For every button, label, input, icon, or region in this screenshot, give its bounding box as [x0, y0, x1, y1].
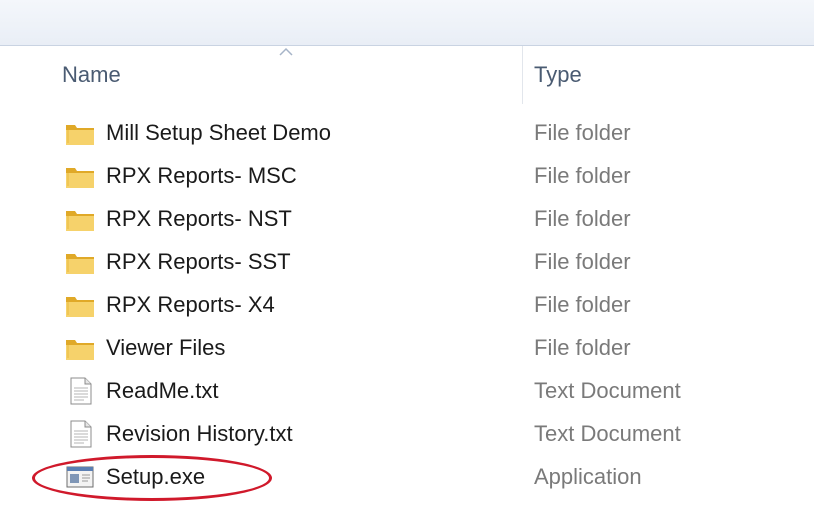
- file-name: Mill Setup Sheet Demo: [106, 120, 331, 145]
- folder-icon: [66, 211, 94, 231]
- file-name: RPX Reports- X4: [106, 292, 275, 317]
- text-file-icon: [70, 420, 92, 448]
- folder-icon: [66, 125, 94, 145]
- text-file-icon: [70, 377, 92, 405]
- file-row[interactable]: RPX Reports- SST File folder: [60, 242, 740, 282]
- file-row[interactable]: Mill Setup Sheet Demo File folder: [60, 113, 740, 153]
- file-row[interactable]: Viewer Files File folder: [60, 328, 740, 368]
- file-name: Viewer Files: [106, 335, 226, 360]
- toolbar-strip: [0, 0, 814, 46]
- file-type: File folder: [534, 120, 631, 145]
- file-type: File folder: [534, 206, 631, 231]
- folder-icon: [66, 340, 94, 360]
- file-row[interactable]: Revision History.txt Text Document: [60, 414, 740, 454]
- file-name: RPX Reports- NST: [106, 206, 292, 231]
- file-type: File folder: [534, 163, 631, 188]
- file-row[interactable]: RPX Reports- MSC File folder: [60, 156, 740, 196]
- file-row[interactable]: ReadMe.txt Text Document: [60, 371, 740, 411]
- folder-icon: [66, 254, 94, 274]
- column-header-name[interactable]: Name: [62, 62, 121, 88]
- file-name: RPX Reports- MSC: [106, 163, 297, 188]
- column-header-type[interactable]: Type: [534, 62, 582, 88]
- file-row[interactable]: RPX Reports- X4 File folder: [60, 285, 740, 325]
- file-type: File folder: [534, 292, 631, 317]
- file-name: ReadMe.txt: [106, 378, 219, 403]
- sort-ascending-icon: [279, 47, 293, 56]
- file-name: Setup.exe: [106, 464, 206, 489]
- file-type: File folder: [534, 335, 631, 360]
- file-type: Text Document: [534, 421, 681, 446]
- column-header: [0, 46, 814, 104]
- file-row[interactable]: Setup.exe Application: [60, 457, 740, 497]
- file-type: File folder: [534, 249, 631, 274]
- file-type: Application: [534, 464, 642, 489]
- file-name: Revision History.txt: [106, 421, 293, 446]
- column-divider[interactable]: [522, 46, 523, 104]
- file-type: Text Document: [534, 378, 681, 403]
- file-name: RPX Reports- SST: [106, 249, 291, 274]
- application-icon: [66, 466, 94, 488]
- folder-icon: [66, 168, 94, 188]
- file-row[interactable]: RPX Reports- NST File folder: [60, 199, 740, 239]
- folder-icon: [66, 297, 94, 317]
